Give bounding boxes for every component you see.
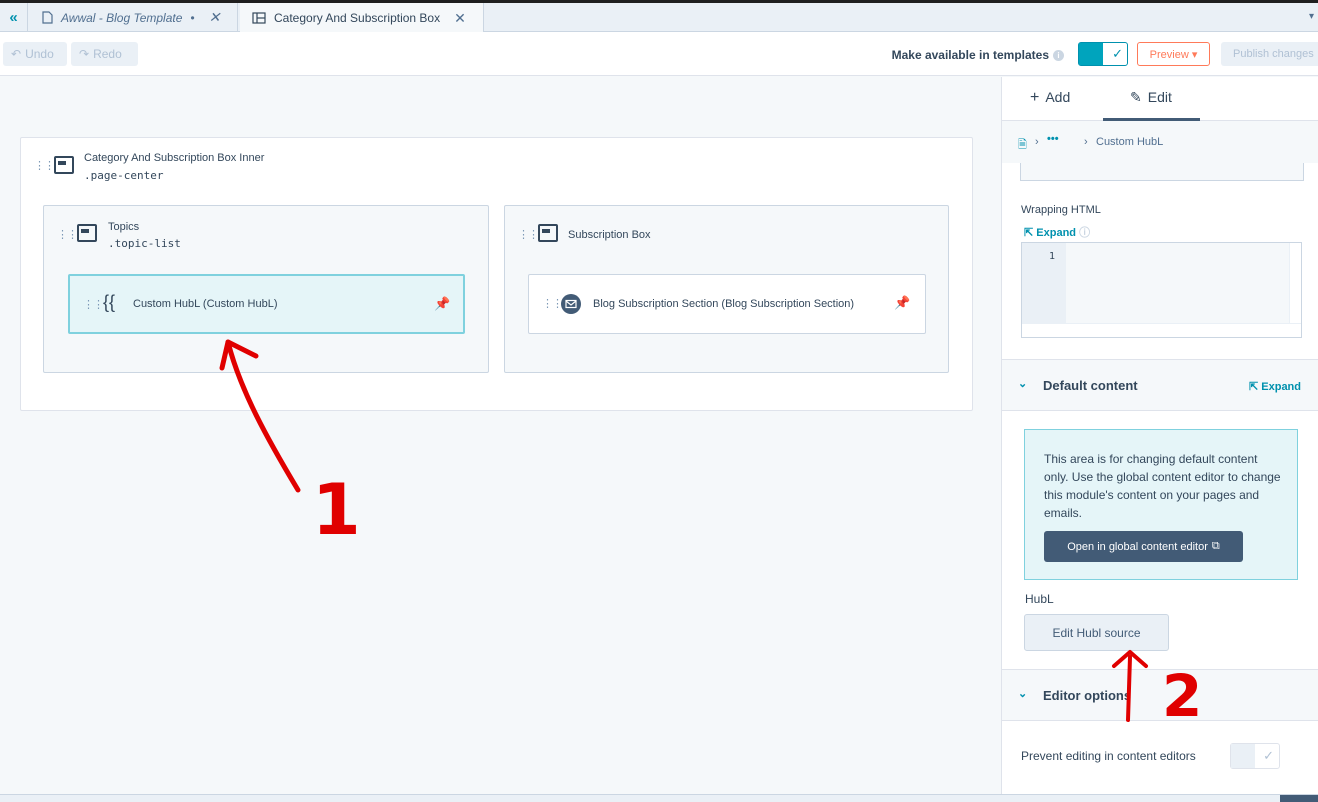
column-class: .topic-list xyxy=(108,237,181,250)
toggle-on-segment xyxy=(1079,43,1103,65)
breadcrumb-more-button[interactable]: ••• xyxy=(1047,133,1059,145)
expand-label: Expand xyxy=(1036,227,1077,239)
breadcrumb: 🗎 › ••• › Custom HubL xyxy=(1002,121,1318,163)
drag-handle-icon[interactable]: ⋮⋮ xyxy=(83,298,104,311)
undo-button[interactable]: ↶ Undo xyxy=(3,42,67,66)
horizontal-scrollbar[interactable] xyxy=(1022,323,1301,337)
prevent-editing-toggle[interactable]: ✓ xyxy=(1230,743,1280,769)
expand-link[interactable]: ⇱ Expand ⓘ xyxy=(1024,224,1090,240)
row-label: Category And Subscription Box Inner xyxy=(84,152,265,164)
drag-handle-icon[interactable]: ⋮⋮ xyxy=(34,159,55,172)
undo-icon: ↶ xyxy=(11,47,22,61)
chevron-down-icon: ⌄ xyxy=(1018,688,1028,700)
open-global-editor-button[interactable]: Open in global content editor ⧉ xyxy=(1044,531,1243,562)
external-link-icon: ⧉ xyxy=(1211,540,1220,552)
expand-icon: ⇱ xyxy=(1248,381,1262,393)
line-number: 1 xyxy=(1049,251,1056,262)
row-class: .page-center xyxy=(84,169,164,182)
layout-icon xyxy=(252,12,266,24)
info-text: This area is for changing default conten… xyxy=(1044,452,1281,520)
tab-add[interactable]: + Add xyxy=(1030,89,1070,107)
redo-label: Redo xyxy=(93,47,122,61)
sidebar-panel: + Add ✎ Edit 🗎 › ••• › Custom HubL Wrappin… xyxy=(1001,77,1318,794)
expand-icon: ⇱ xyxy=(1024,227,1037,239)
pencil-icon: ✎ xyxy=(1130,89,1142,105)
chevron-down-icon: ⌄ xyxy=(1018,378,1028,390)
expand-link[interactable]: ⇱ Expand xyxy=(1249,380,1301,393)
column-icon xyxy=(536,222,558,242)
pin-icon[interactable]: 📌 xyxy=(434,296,450,312)
unsaved-dot: • xyxy=(190,10,195,25)
default-content-section-header[interactable]: ⌄ Default content ⇱ Expand xyxy=(1002,359,1318,411)
panel-tabs: + Add ✎ Edit xyxy=(1002,77,1318,121)
module-label: Blog Subscription Section (Blog Subscrip… xyxy=(593,298,855,310)
breadcrumb-current: Custom HubL xyxy=(1096,136,1164,148)
make-available-toggle[interactable]: ✓ xyxy=(1078,42,1128,66)
drag-handle-icon[interactable]: ⋮⋮ xyxy=(518,228,539,241)
checkmark-icon: ✓ xyxy=(1263,748,1274,763)
breadcrumb-separator-icon: › xyxy=(1084,136,1088,148)
editor-toolbar: ↶ Undo ↷ Redo Make available in template… xyxy=(0,32,1318,76)
default-content-info-box: This area is for changing default conten… xyxy=(1024,429,1298,580)
publish-changes-button[interactable]: Publish changes xyxy=(1221,42,1318,66)
previous-field-textarea[interactable] xyxy=(1020,163,1304,181)
edit-hubl-source-button[interactable]: Edit Hubl source xyxy=(1024,614,1169,651)
pin-icon[interactable]: 📌 xyxy=(894,295,910,311)
undo-label: Undo xyxy=(25,47,54,61)
section-title: Default content xyxy=(1043,378,1138,393)
expand-label: Expand xyxy=(1261,381,1301,393)
editor-options-section-header[interactable]: ⌄ Editor options xyxy=(1002,669,1318,721)
prevent-editing-label: Prevent editing in content editors xyxy=(1021,749,1196,763)
double-chevron-left-icon: « xyxy=(9,9,18,26)
drag-handle-icon[interactable]: ⋮⋮ xyxy=(542,297,563,310)
column-label: Subscription Box xyxy=(568,229,651,241)
email-icon xyxy=(561,294,581,314)
bottom-status-bar xyxy=(0,794,1318,802)
document-icon xyxy=(42,11,53,24)
vertical-scrollbar[interactable] xyxy=(1289,243,1301,323)
hubl-braces-icon: {{ xyxy=(103,292,116,312)
section-title: Editor options xyxy=(1043,688,1132,703)
plus-icon: + xyxy=(1030,89,1040,106)
breadcrumb-separator-icon: › xyxy=(1035,136,1039,148)
row-icon xyxy=(52,154,74,174)
tabs-dropdown-icon[interactable]: ▾ xyxy=(1309,11,1314,22)
column-icon xyxy=(75,222,97,242)
make-available-label: Make available in templates i xyxy=(892,48,1064,62)
wrapping-html-editor[interactable]: 1 xyxy=(1021,242,1302,338)
blog-subscription-module[interactable]: ⋮⋮ Blog Subscription Section (Blog Subsc… xyxy=(528,274,926,334)
info-icon[interactable]: ⓘ xyxy=(1076,227,1090,239)
collapse-sidebar-button[interactable]: « xyxy=(0,3,28,32)
info-icon[interactable]: i xyxy=(1053,50,1064,62)
drag-handle-icon[interactable]: ⋮⋮ xyxy=(57,228,78,241)
wrapping-html-label: Wrapping HTML xyxy=(1021,204,1101,216)
editor-tab-bar: « Awwal - Blog Template • ✕ Category And… xyxy=(0,0,1318,33)
tab-label: Category And Subscription Box xyxy=(274,11,441,25)
file-icon[interactable]: 🗎 xyxy=(1018,136,1027,155)
toggle-off-segment xyxy=(1231,744,1255,768)
tab-add-label: Add xyxy=(1045,89,1071,105)
redo-icon: ↷ xyxy=(79,47,90,61)
tab-edit[interactable]: ✎ Edit xyxy=(1130,89,1172,106)
tab-edit-label: Edit xyxy=(1147,89,1172,105)
tab-category-subscription-box[interactable]: Category And Subscription Box ✕ xyxy=(240,3,484,33)
close-tab-icon[interactable]: ✕ xyxy=(209,9,221,26)
bottom-action-button[interactable] xyxy=(1280,795,1318,802)
button-label: Open in global content editor xyxy=(1067,540,1208,553)
close-tab-icon[interactable]: ✕ xyxy=(454,10,466,27)
module-label: Custom HubL (Custom HubL) xyxy=(133,298,278,310)
column-label: Topics xyxy=(108,221,140,233)
checkmark-icon: ✓ xyxy=(1112,46,1123,61)
redo-button[interactable]: ↷ Redo xyxy=(71,42,138,66)
custom-hubl-module[interactable]: ⋮⋮ {{ Custom HubL (Custom HubL) 📌 xyxy=(68,274,465,334)
line-gutter xyxy=(1022,243,1066,323)
tab-blog-template[interactable]: Awwal - Blog Template • ✕ xyxy=(30,3,238,32)
tab-label: Awwal - Blog Template xyxy=(61,10,183,25)
hubl-label: HubL xyxy=(1025,592,1054,606)
layout-canvas: ⋮⋮ Category And Subscription Box Inner .… xyxy=(0,77,1001,794)
preview-button[interactable]: Preview ▾ xyxy=(1137,42,1210,66)
make-available-text: Make available in templates xyxy=(891,48,1049,62)
